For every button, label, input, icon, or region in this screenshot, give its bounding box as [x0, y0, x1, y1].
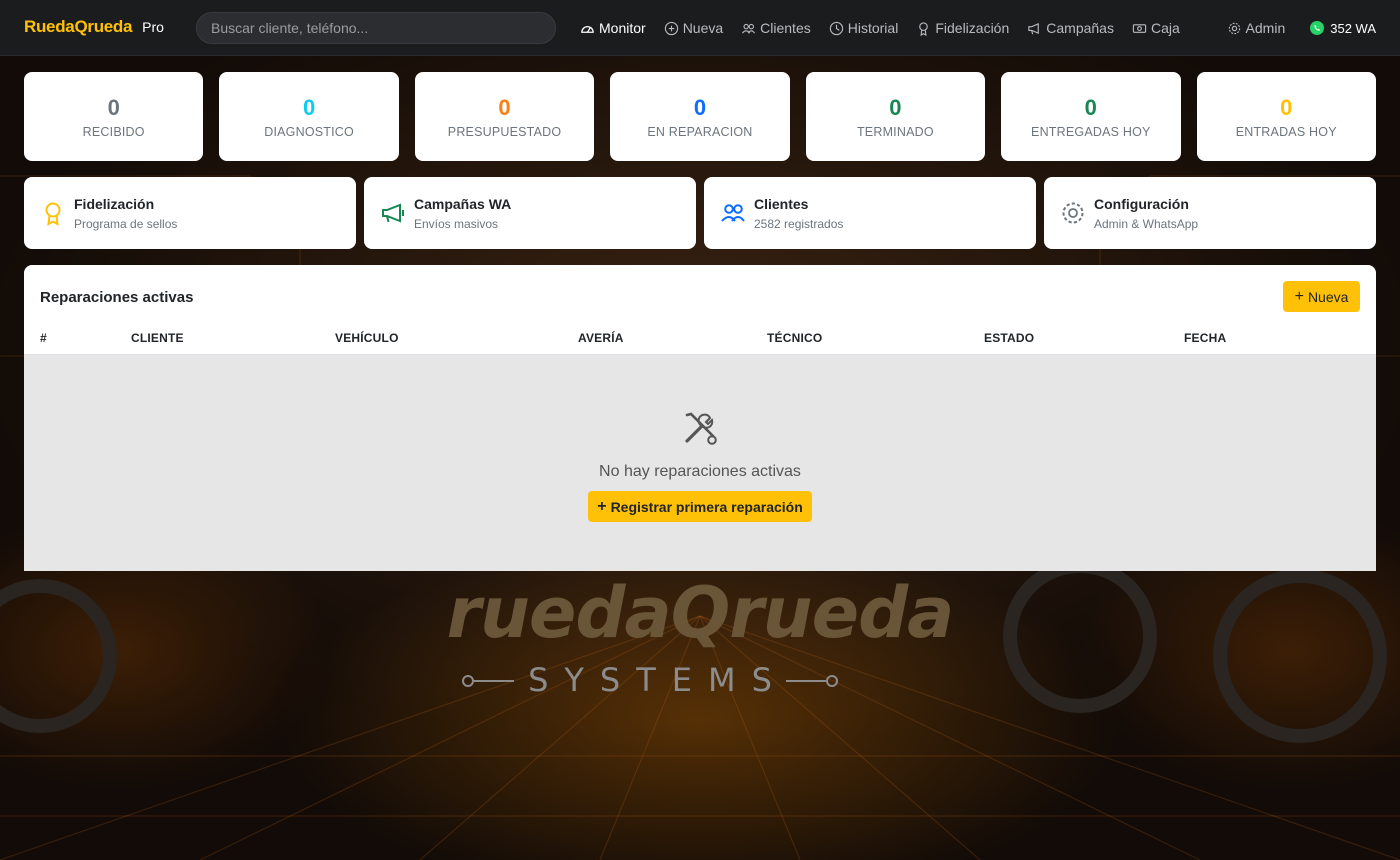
quick-title: Fidelización	[74, 195, 155, 212]
stat-label: RECIBIDO	[82, 124, 145, 139]
column-header[interactable]: ESTADO	[984, 331, 1034, 345]
table-header: # CLIENTE VEHÍCULO AVERÍA TÉCNICO ESTADO…	[24, 325, 1376, 355]
gear-icon	[1228, 22, 1240, 34]
nav-clientes[interactable]: Clientes	[741, 20, 811, 36]
stat-value: 0	[302, 94, 316, 120]
cash-icon	[1132, 23, 1147, 33]
logo-ornament	[474, 680, 514, 682]
nav-campanas-label: Campañas	[1046, 20, 1114, 36]
quick-subtitle: Programa de sellos	[74, 216, 178, 231]
nav-historial-label: Historial	[847, 20, 899, 36]
nav-fidelizacion-label: Fidelización	[935, 20, 1010, 36]
nav-historial[interactable]: Historial	[829, 20, 899, 36]
speedometer-icon	[581, 25, 594, 33]
stat-value: 0	[107, 94, 120, 120]
quick-subtitle: 2582 registrados	[754, 216, 844, 231]
nav-admin[interactable]: Admin	[1227, 20, 1286, 36]
nav-links: Monitor Nueva Clientes Historial Fideliz…	[580, 0, 1198, 56]
megaphone-icon	[382, 203, 404, 223]
quick-campanas[interactable]: Campañas WA Envíos masivos	[364, 177, 696, 249]
nav-nueva-label: Nueva	[682, 20, 724, 36]
quick-fidelizacion[interactable]: Fidelización Programa de sellos	[24, 177, 356, 249]
background-logo: ruedaQrueda	[446, 572, 955, 654]
stat-label: ENTREGADAS HOY	[1031, 124, 1151, 139]
quick-configuracion[interactable]: Configuración Admin & WhatsApp	[1044, 177, 1376, 249]
register-first-repair-button[interactable]: + Registrar primera reparación	[588, 491, 812, 522]
stat-entradas-hoy[interactable]: 0 ENTRADAS HOY	[1196, 72, 1376, 161]
quick-title: Campañas WA	[414, 195, 512, 212]
people-icon	[742, 23, 756, 34]
new-repair-label: Nueva	[1307, 288, 1349, 305]
whatsapp-icon	[1310, 21, 1325, 35]
empty-state: No hay reparaciones activas + Registrar …	[24, 355, 1376, 571]
whatsapp-status[interactable]: 352 WA	[1309, 20, 1376, 36]
whatsapp-count: 352 WA	[1330, 20, 1376, 36]
column-header[interactable]: VEHÍCULO	[335, 331, 399, 345]
stat-entregadas-hoy[interactable]: 0 ENTREGADAS HOY	[1001, 72, 1181, 161]
award-icon	[919, 21, 929, 36]
quick-title: Clientes	[754, 195, 809, 212]
quick-access: Fidelización Programa de sellos Campañas…	[24, 177, 1376, 249]
logo-sub-text: SYSTEMS	[528, 661, 788, 699]
column-header[interactable]: TÉCNICO	[767, 331, 822, 345]
empty-message: No hay reparaciones activas	[599, 463, 801, 480]
nav-clientes-label: Clientes	[760, 20, 811, 36]
logo-ornament	[462, 675, 474, 687]
nav-monitor-label: Monitor	[599, 20, 646, 36]
column-header[interactable]: CLIENTE	[131, 331, 184, 345]
logo-ornament	[786, 680, 826, 682]
stat-label: EN REPARACION	[647, 124, 753, 139]
column-header[interactable]: FECHA	[1184, 331, 1226, 345]
stat-label: DIAGNOSTICO	[264, 124, 354, 139]
stat-value: 0	[1084, 94, 1097, 120]
brand-name[interactable]: RuedaQrueda	[24, 17, 132, 37]
search-input[interactable]	[196, 12, 556, 44]
stat-value: 0	[693, 94, 707, 120]
quick-subtitle: Envíos masivos	[414, 216, 499, 231]
stat-label: TERMINADO	[856, 124, 934, 139]
nav-nueva[interactable]: Nueva	[664, 20, 723, 36]
nav-caja-label: Caja	[1150, 20, 1180, 36]
stat-label: PRESUPUESTADO	[447, 124, 562, 139]
gear-icon	[1062, 202, 1084, 224]
register-first-repair-label: Registrar primera reparación	[610, 498, 803, 515]
nav-admin-label: Admin	[1245, 20, 1286, 36]
column-header[interactable]: #	[40, 331, 47, 345]
new-repair-button[interactable]: + Nueva	[1283, 281, 1360, 312]
stat-presupuestado[interactable]: 0 PRESUPUESTADO	[414, 72, 595, 161]
stat-value: 0	[889, 94, 902, 120]
plus-icon: +	[1294, 287, 1304, 305]
award-icon	[45, 202, 61, 226]
nav-right: Admin 352 WA	[1227, 0, 1376, 56]
plus-circle-icon	[664, 21, 678, 35]
stat-terminado[interactable]: 0 TERMINADO	[805, 72, 986, 161]
stat-label: ENTRADAS HOY	[1235, 124, 1337, 139]
megaphone-icon	[1028, 22, 1040, 34]
tools-icon	[685, 412, 717, 445]
stat-en-reparacion[interactable]: 0 EN REPARACION	[610, 72, 790, 161]
logo-ornament	[826, 675, 838, 687]
nav-campanas[interactable]: Campañas	[1027, 20, 1114, 36]
nav-caja[interactable]: Caja	[1132, 20, 1180, 36]
quick-clientes[interactable]: Clientes 2582 registrados	[704, 177, 1036, 249]
stat-value: 0	[498, 94, 511, 120]
status-stats: 0 RECIBIDO 0 DIAGNOSTICO 0 PRESUPUESTADO…	[24, 72, 1376, 161]
background-logo-sub: SYSTEMS	[460, 660, 840, 700]
stat-recibido[interactable]: 0 RECIBIDO	[24, 72, 204, 161]
quick-title: Configuración	[1094, 195, 1189, 212]
stat-value: 0	[1280, 94, 1293, 120]
brand-suffix: Pro	[142, 19, 164, 35]
plus-icon: +	[597, 497, 607, 515]
panel-title: Reparaciones activas	[40, 289, 194, 306]
top-navbar: RuedaQrueda Pro Monitor Nueva Clientes H…	[0, 0, 1400, 56]
active-repairs-panel: Reparaciones activas + Nueva # CLIENTE V…	[24, 265, 1376, 571]
column-header[interactable]: AVERÍA	[578, 331, 624, 345]
quick-subtitle: Admin & WhatsApp	[1094, 216, 1199, 231]
clock-icon	[829, 21, 843, 35]
people-icon	[721, 204, 745, 222]
nav-fidelizacion[interactable]: Fidelización	[916, 20, 1009, 36]
nav-monitor[interactable]: Monitor	[580, 20, 646, 36]
brand[interactable]: RuedaQrueda Pro	[24, 17, 164, 37]
stat-diagnostico[interactable]: 0 DIAGNOSTICO	[219, 72, 399, 161]
